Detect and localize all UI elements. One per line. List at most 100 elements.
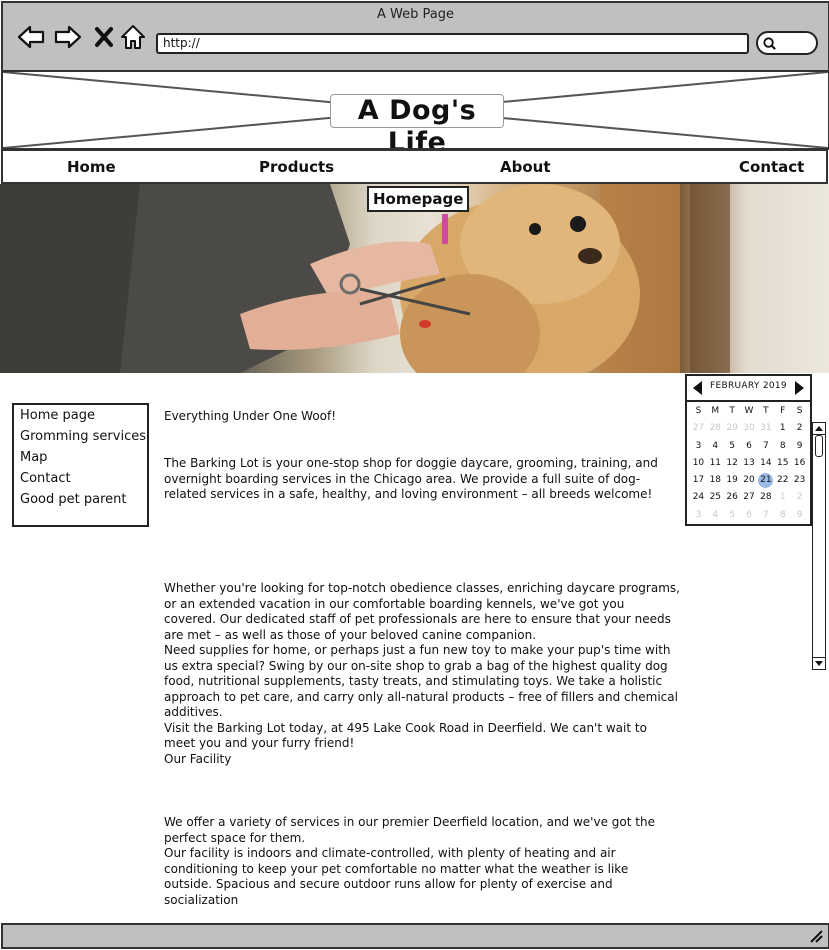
nav-contact[interactable]: Contact: [739, 158, 804, 176]
calendar-widget: FEBRUARY 2019 S M T W T F S 27 28 29 30 31 1 2 3 4 5 6 7 8 9…: [685, 374, 812, 526]
resize-grip-icon[interactable]: [808, 928, 824, 944]
calendar-day[interactable]: 19: [724, 472, 741, 489]
calendar-day[interactable]: 6: [741, 507, 758, 524]
search-icon: [763, 37, 776, 50]
calendar-weekday-row: SMTWTFS: [690, 403, 808, 420]
hero-image: Homepage: [0, 184, 829, 373]
calendar-day[interactable]: 1: [774, 489, 791, 506]
calendar-week-row: 10 11 12 13 14 15 16: [690, 455, 808, 472]
calendar-day[interactable]: 8: [774, 438, 791, 455]
sidebar-item-good-pet-parent[interactable]: Good pet parent: [20, 492, 126, 507]
calendar-weekday: T: [729, 406, 735, 416]
calendar-weekday: S: [796, 406, 803, 416]
calendar-day[interactable]: 11: [707, 455, 724, 472]
scroll-up-icon[interactable]: [813, 423, 825, 435]
next-month-icon[interactable]: [795, 381, 804, 395]
paragraph-facility-intro: We offer a variety of services in our pr…: [164, 815, 655, 845]
nav-products[interactable]: Products: [259, 158, 334, 176]
back-icon[interactable]: [16, 22, 46, 52]
calendar-day[interactable]: 31: [757, 420, 774, 437]
calendar-day[interactable]: 4: [707, 438, 724, 455]
calendar-day[interactable]: 28: [757, 489, 774, 506]
content-heading: Everything Under One Woof!: [164, 409, 337, 423]
calendar-day[interactable]: 1: [774, 420, 791, 437]
calendar-week-row: 17 18 19 20 21 22 23: [690, 472, 808, 489]
calendar-weekday: S: [695, 406, 702, 416]
calendar-week-row: 3456789: [690, 438, 808, 455]
scroll-thumb[interactable]: [815, 435, 823, 457]
close-icon[interactable]: [89, 22, 119, 52]
calendar-weekday: W: [744, 406, 754, 416]
calendar-day[interactable]: 30: [741, 420, 758, 437]
sidebar-item-gromming-services[interactable]: Gromming services: [20, 429, 146, 444]
calendar-weekday: M: [711, 406, 720, 416]
calendar-day[interactable]: 7: [757, 438, 774, 455]
paragraph-visit: Visit the Barking Lot today, at 495 Lake…: [164, 720, 647, 751]
calendar-day[interactable]: 2: [791, 420, 808, 437]
calendar-day[interactable]: 9: [791, 438, 808, 455]
hero-label: Homepage: [367, 186, 470, 212]
calendar-day[interactable]: 15: [774, 455, 791, 472]
paragraph-shop: Need supplies for home, or perhaps just …: [164, 643, 678, 719]
calendar-day[interactable]: 5: [724, 507, 741, 524]
calendar-month-label: FEBRUARY 2019: [710, 381, 787, 391]
nav-about[interactable]: About: [500, 158, 551, 176]
main-content: Everything Under One Woof!: [164, 409, 680, 425]
calendar-weekday: T: [763, 406, 769, 416]
calendar-day-selected[interactable]: 21: [757, 472, 774, 489]
calendar-day[interactable]: 2: [791, 489, 808, 506]
calendar-day[interactable]: 29: [724, 420, 741, 437]
nav-home[interactable]: Home: [67, 158, 116, 176]
previous-month-icon[interactable]: [693, 381, 702, 395]
calendar-day[interactable]: 16: [791, 455, 808, 472]
calendar-day[interactable]: 12: [724, 455, 741, 472]
calendar-day[interactable]: 13: [741, 455, 758, 472]
content-body-block: Whether you're looking for top-notch obe…: [164, 581, 680, 767]
calendar-day[interactable]: 22: [774, 472, 791, 489]
search-field[interactable]: [756, 31, 818, 55]
calendar-day[interactable]: 6: [741, 438, 758, 455]
calendar-day[interactable]: 27: [690, 420, 707, 437]
dog-grooming-photo: [0, 184, 730, 373]
intro-paragraph: The Barking Lot is your one-stop shop fo…: [164, 456, 658, 501]
sidebar-item-home-page[interactable]: Home page: [20, 408, 95, 423]
calendar-weekday: F: [780, 406, 786, 416]
calendar-day[interactable]: 8: [774, 507, 791, 524]
content-intro-block: The Barking Lot is your one-stop shop fo…: [164, 456, 680, 503]
calendar-header: FEBRUARY 2019: [687, 376, 810, 402]
calendar-week-row: 24 25 26 27 28 1 2: [690, 489, 808, 506]
calendar-day[interactable]: 9: [791, 507, 808, 524]
paragraph-facility-details: Our facility is indoors and climate-cont…: [164, 846, 629, 907]
sidebar-item-contact[interactable]: Contact: [20, 471, 71, 486]
sidebar-menu: Home page Gromming services Map Contact …: [12, 403, 149, 527]
calendar-day[interactable]: 24: [690, 489, 707, 506]
calendar-day[interactable]: 26: [724, 489, 741, 506]
calendar-day[interactable]: 7: [757, 507, 774, 524]
calendar-day[interactable]: 10: [690, 455, 707, 472]
calendar-grid: S M T W T F S 27 28 29 30 31 1 2 3 4 5 6 7 8 9 10 11 12 13 14 15 16…: [690, 403, 808, 524]
address-bar[interactable]: http://: [156, 33, 749, 54]
calendar-week-row: 3456789: [690, 507, 808, 524]
forward-icon[interactable]: [53, 22, 83, 52]
calendar-day[interactable]: 28: [707, 420, 724, 437]
calendar-day[interactable]: 27: [741, 489, 758, 506]
calendar-day[interactable]: 3: [690, 507, 707, 524]
window-title: A Web Page: [377, 7, 454, 22]
calendar-day[interactable]: 23: [791, 472, 808, 489]
scroll-down-icon[interactable]: [813, 657, 825, 669]
vertical-scrollbar[interactable]: [812, 422, 826, 670]
status-bar: [1, 923, 829, 949]
sidebar-item-map[interactable]: Map: [20, 450, 47, 465]
calendar-day[interactable]: 14: [757, 455, 774, 472]
calendar-day[interactable]: 20: [741, 472, 758, 489]
main-nav: Home Products About Contact: [1, 149, 828, 184]
calendar-day[interactable]: 25: [707, 489, 724, 506]
calendar-day[interactable]: 3: [690, 438, 707, 455]
site-header: A Dog's Life: [1, 70, 829, 150]
calendar-day[interactable]: 5: [724, 438, 741, 455]
calendar-day[interactable]: 18: [707, 472, 724, 489]
calendar-week-row: 27 28 29 30 31 1 2: [690, 420, 808, 437]
calendar-day[interactable]: 4: [707, 507, 724, 524]
home-icon[interactable]: [118, 22, 148, 52]
calendar-day[interactable]: 17: [690, 472, 707, 489]
